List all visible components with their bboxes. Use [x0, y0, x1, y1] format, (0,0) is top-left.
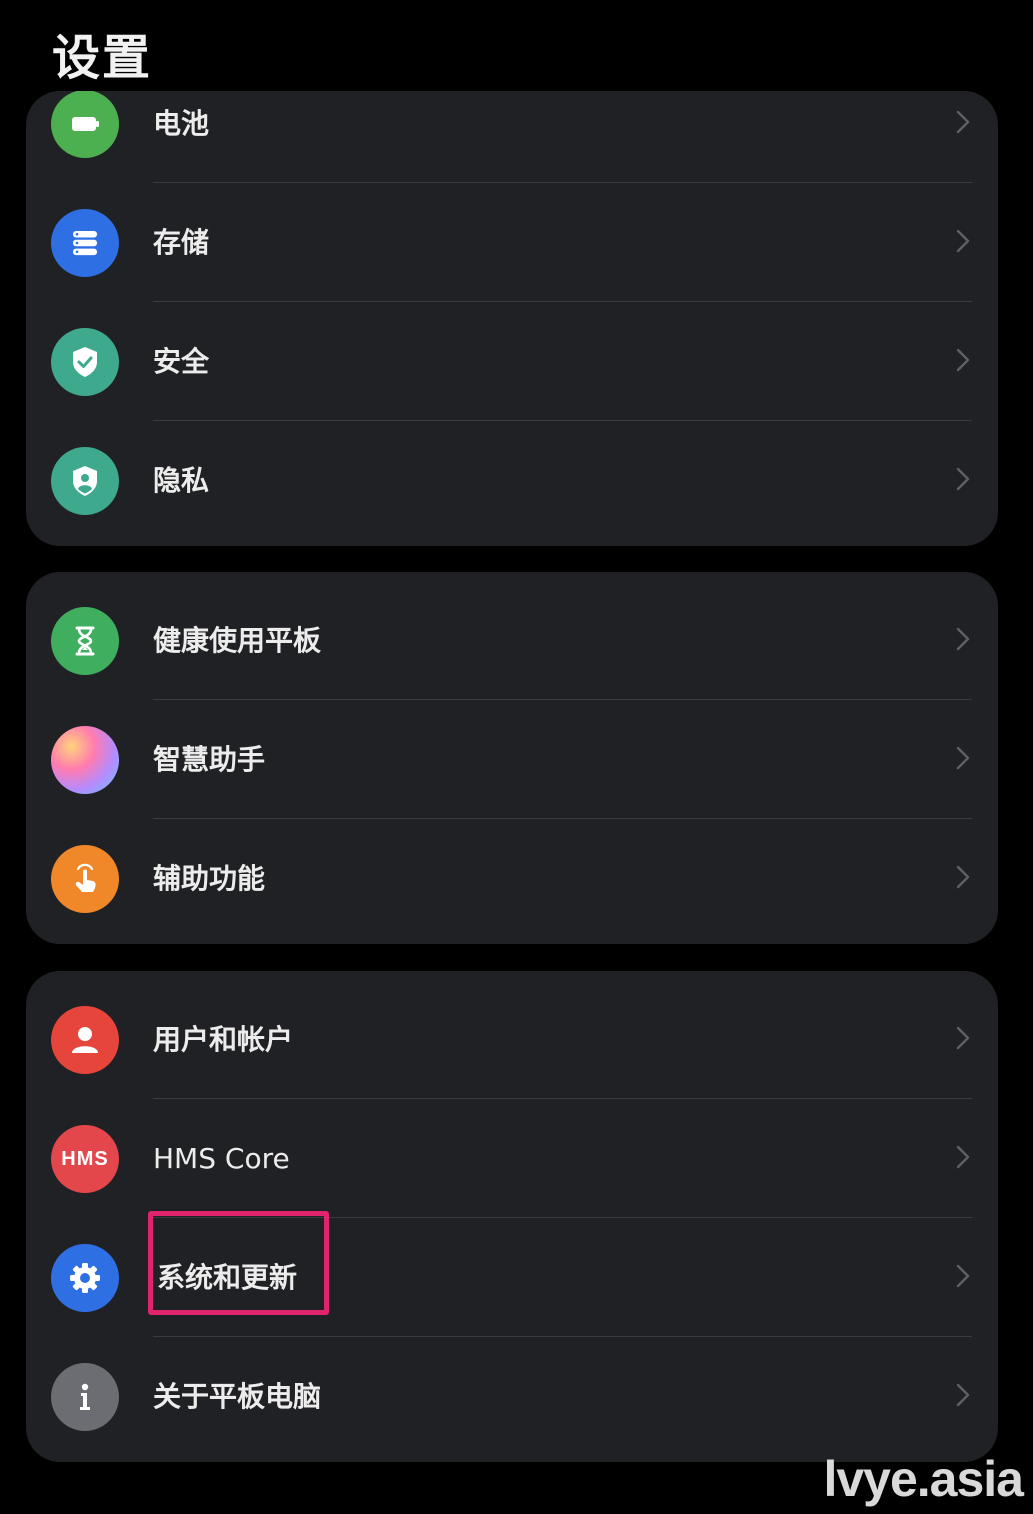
chevron-right-icon	[956, 1145, 970, 1169]
info-icon	[51, 1363, 119, 1431]
hms-icon: HMS	[51, 1125, 119, 1193]
chevron-right-icon	[956, 865, 970, 889]
settings-item-label: 关于平板电脑	[153, 1380, 322, 1413]
user-icon	[51, 1006, 119, 1074]
chevron-right-icon	[956, 110, 970, 134]
settings-item-label: 隐私	[153, 464, 210, 497]
touch-hand-icon	[51, 845, 119, 913]
settings-item-battery[interactable]: 电池	[26, 91, 998, 183]
chevron-right-icon	[956, 627, 970, 651]
shield-check-icon	[51, 328, 119, 396]
storage-icon	[51, 209, 119, 277]
settings-item-label: 用户和帐户	[153, 1023, 294, 1056]
chevron-right-icon	[956, 1383, 970, 1407]
settings-item-privacy[interactable]: 隐私	[26, 421, 998, 540]
page-title: 设置	[52, 30, 153, 86]
settings-item-storage[interactable]: 存储	[26, 183, 998, 302]
watermark: lvye.asia	[823, 1451, 1024, 1507]
settings-item-label: HMS Core	[153, 1142, 290, 1175]
hms-icon-text: HMS	[61, 1147, 109, 1170]
settings-item-label: 健康使用平板	[153, 624, 322, 657]
chevron-right-icon	[956, 746, 970, 770]
highlight-box	[148, 1211, 329, 1315]
settings-item-smart-assistant[interactable]: 智慧助手	[26, 700, 998, 819]
settings-item-hms-core[interactable]: HMS HMS Core	[26, 1099, 998, 1218]
privacy-shield-icon	[51, 447, 119, 515]
settings-item-label: 电池	[153, 107, 210, 140]
settings-item-label: 辅助功能	[153, 862, 266, 895]
settings-item-digital-balance[interactable]: 健康使用平板	[26, 581, 998, 700]
chevron-right-icon	[956, 1264, 970, 1288]
settings-group-2: 健康使用平板 智慧助手 辅助功能	[26, 572, 998, 944]
gear-icon	[51, 1244, 119, 1312]
settings-item-users-accounts[interactable]: 用户和帐户	[26, 980, 998, 1099]
assistant-orb-icon	[51, 726, 119, 794]
settings-item-accessibility[interactable]: 辅助功能	[26, 819, 998, 938]
settings-item-label: 安全	[153, 345, 210, 378]
battery-icon	[51, 91, 119, 158]
settings-item-label: 存储	[153, 226, 210, 259]
chevron-right-icon	[956, 467, 970, 491]
settings-item-about-tablet[interactable]: 关于平板电脑	[26, 1337, 998, 1456]
chevron-right-icon	[956, 1026, 970, 1050]
chevron-right-icon	[956, 348, 970, 372]
settings-item-label: 智慧助手	[153, 743, 266, 776]
hourglass-icon	[51, 607, 119, 675]
settings-item-security[interactable]: 安全	[26, 302, 998, 421]
chevron-right-icon	[956, 229, 970, 253]
settings-group-1: 电池 存储 安全 隐私	[26, 91, 998, 546]
